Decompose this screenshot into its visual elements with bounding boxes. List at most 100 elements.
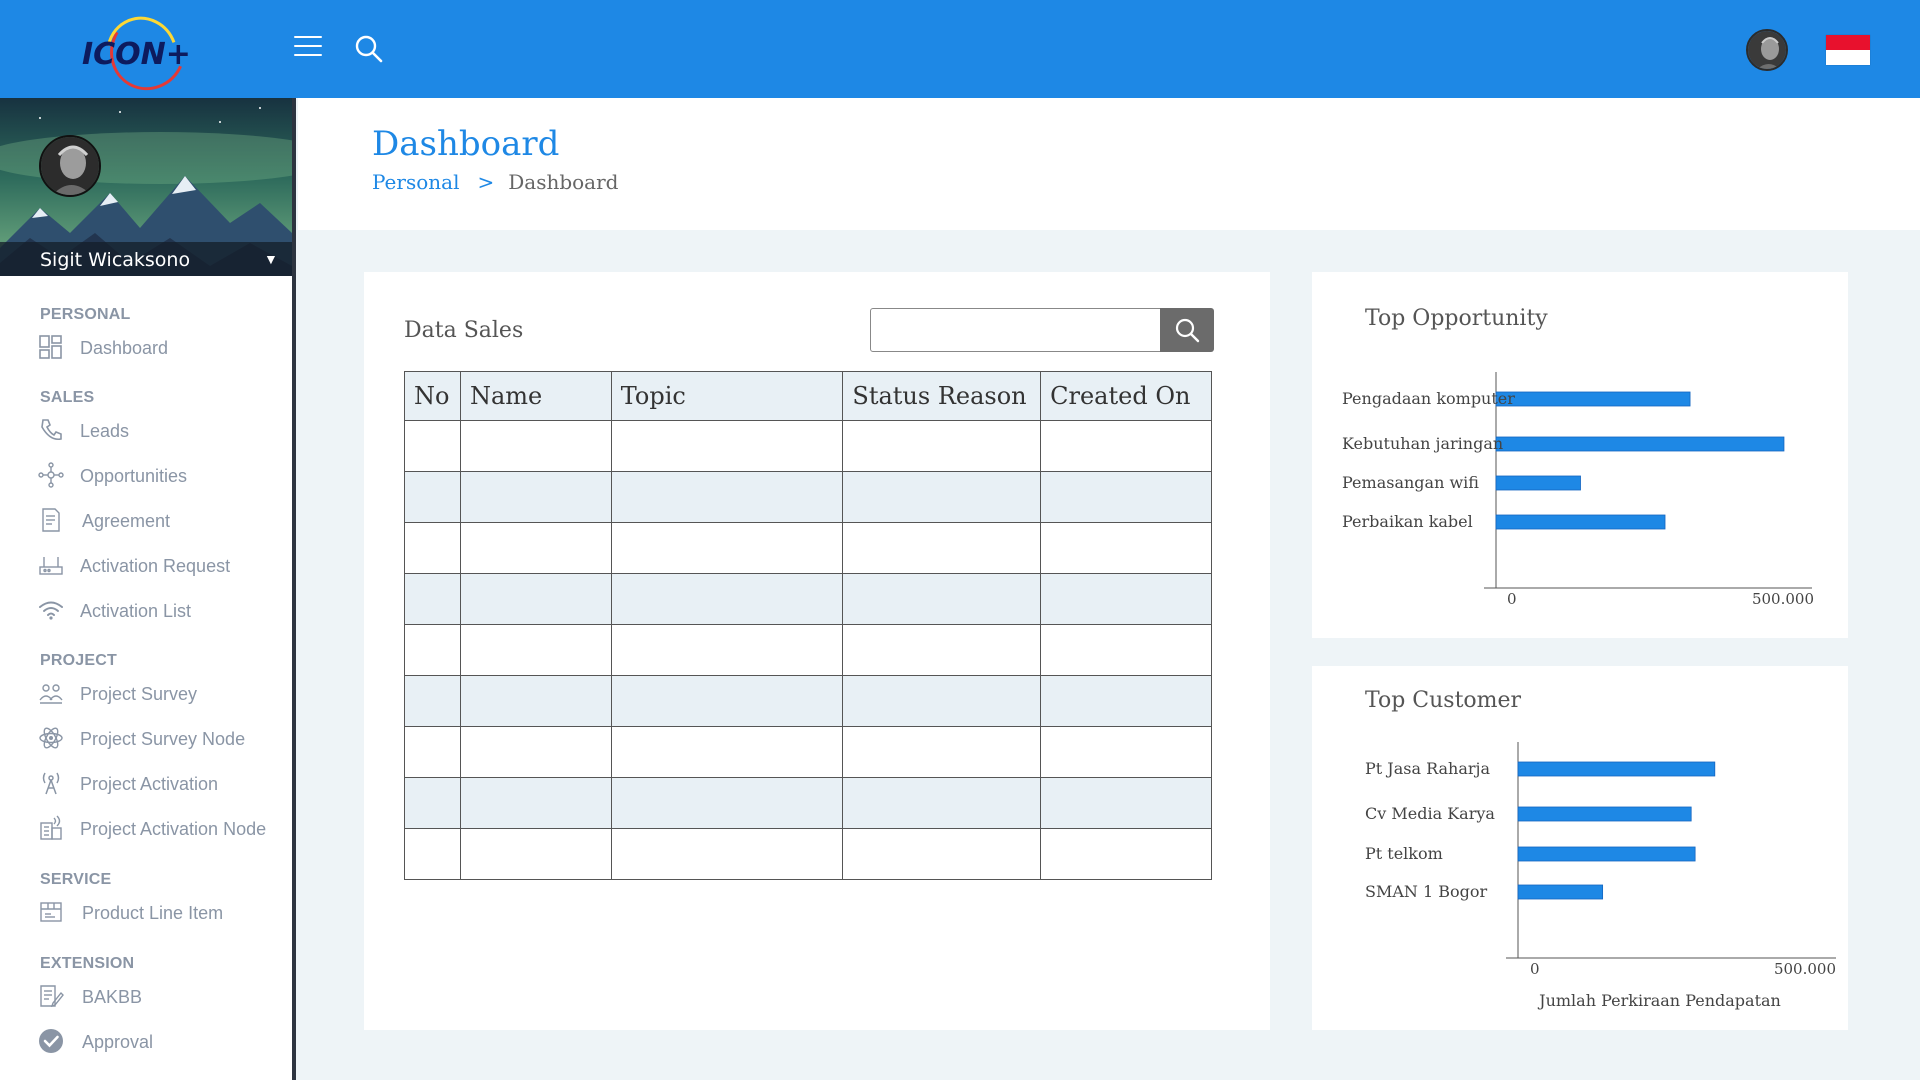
- bar-pemasangan-wifi[interactable]: [1495, 475, 1581, 491]
- sidebar-item-dashboard[interactable]: Dashboard: [38, 330, 288, 364]
- sales-search-button[interactable]: [1160, 308, 1214, 352]
- bar-perbaikan-kabel[interactable]: [1495, 514, 1666, 530]
- sidebar-item-label: Opportunities: [80, 466, 188, 486]
- sidebar-item-label: BAKBB: [82, 987, 143, 1007]
- column-header-created-on[interactable]: Created On: [1040, 371, 1212, 421]
- category-label: Cv Media Karya: [1365, 804, 1495, 823]
- hamburger-menu-icon[interactable]: [294, 36, 322, 60]
- sidebar-item-opportunities[interactable]: Opportunities: [38, 458, 288, 492]
- breadcrumb-personal-link[interactable]: Personal: [372, 170, 459, 194]
- sidebar-item-product-line-item[interactable]: Product Line Item: [38, 895, 288, 929]
- user-avatar[interactable]: [1746, 29, 1788, 71]
- table-row[interactable]: [404, 471, 1212, 523]
- table-cell: [404, 624, 461, 676]
- table-cell: [610, 675, 844, 727]
- sidebar-item-activation-list[interactable]: Activation List: [38, 593, 288, 627]
- wifi-icon: [38, 597, 64, 623]
- user-menu-toggle[interactable]: Sigit Wicaksono ▼: [0, 242, 292, 276]
- bar-pt-jasa-raharja[interactable]: [1517, 761, 1716, 777]
- bar-pt-telkom[interactable]: [1517, 846, 1696, 862]
- table-cell: [404, 573, 461, 625]
- svg-text:ICON+: ICON+: [82, 37, 191, 72]
- table-cell: [842, 675, 1042, 727]
- table-cell: [610, 573, 844, 625]
- category-label: Pt Jasa Raharja: [1365, 759, 1490, 778]
- table-cell: [459, 777, 612, 829]
- sidebar-avatar[interactable]: [39, 135, 101, 197]
- x-tick-label: 0: [1507, 590, 1517, 608]
- breadcrumb: Personal > Dashboard: [372, 170, 618, 194]
- sidebar-item-activation-request[interactable]: Activation Request: [38, 548, 288, 582]
- table-row[interactable]: [404, 777, 1212, 829]
- table-cell: [1040, 726, 1212, 778]
- x-tick-label: 0: [1530, 960, 1540, 978]
- document-icon: [38, 507, 64, 533]
- table-cell: [404, 675, 461, 727]
- table-cell: [1040, 420, 1212, 472]
- edit-document-icon: [38, 983, 64, 1009]
- category-label: Perbaikan kabel: [1342, 512, 1473, 531]
- bar-pengadaan-komputer[interactable]: [1495, 391, 1691, 407]
- sidebar-item-label: Project Activation Node: [80, 819, 267, 839]
- table-cell: [404, 420, 461, 472]
- sidebar-item-agreement[interactable]: Agreement: [38, 503, 288, 537]
- atom-icon: [38, 725, 64, 751]
- table-cell: [610, 726, 844, 778]
- language-flag-icon[interactable]: [1826, 35, 1870, 65]
- table-header-row: No Name Topic Status Reason Created On: [404, 371, 1212, 421]
- company-logo[interactable]: ICON+: [80, 6, 210, 96]
- table-cell: [404, 777, 461, 829]
- table-cell: [610, 420, 844, 472]
- search-icon[interactable]: [354, 34, 384, 64]
- table-row[interactable]: [404, 828, 1212, 880]
- table-cell: [459, 420, 612, 472]
- column-header-no[interactable]: No: [404, 371, 461, 421]
- sidebar-item-project-survey-node[interactable]: Project Survey Node: [38, 721, 288, 755]
- sidebar-item-approval[interactable]: Approval: [38, 1024, 288, 1058]
- bar-kebutuhan-jaringan[interactable]: [1495, 436, 1785, 452]
- box-icon: [38, 899, 64, 925]
- sidebar-item-project-survey[interactable]: Project Survey: [38, 676, 288, 710]
- table-row[interactable]: [404, 522, 1212, 574]
- sidebar-item-label: Project Survey Node: [80, 729, 246, 749]
- bar-cv-media-karya[interactable]: [1517, 806, 1692, 822]
- section-title-sales: SALES: [40, 389, 95, 406]
- data-sales-title: Data Sales: [404, 318, 524, 343]
- sales-table: No Name Topic Status Reason Created On: [404, 371, 1212, 880]
- column-header-topic[interactable]: Topic: [610, 371, 844, 421]
- table-row[interactable]: [404, 420, 1212, 472]
- router-icon: [38, 552, 64, 578]
- sidebar-item-label: Project Activation: [80, 774, 219, 794]
- table-cell: [404, 828, 461, 880]
- sidebar-item-project-activation-node[interactable]: Project Activation Node: [38, 811, 288, 845]
- breadcrumb-separator: >: [477, 170, 495, 194]
- table-row[interactable]: [404, 624, 1212, 676]
- sidebar-item-project-activation[interactable]: Project Activation: [38, 766, 288, 800]
- column-header-name[interactable]: Name: [459, 371, 612, 421]
- category-label: Kebutuhan jaringan: [1342, 434, 1503, 453]
- section-title-project: PROJECT: [40, 652, 117, 669]
- sidebar-item-label: Approval: [82, 1032, 154, 1052]
- page-header: Dashboard Personal > Dashboard: [298, 98, 1920, 230]
- table-cell: [1040, 522, 1212, 574]
- top-opportunity-card: Top Opportunity Pengadaan komputer Kebutu…: [1312, 272, 1848, 638]
- table-row[interactable]: [404, 675, 1212, 727]
- phone-icon: [38, 417, 64, 443]
- table-cell: [842, 471, 1042, 523]
- table-cell: [610, 777, 844, 829]
- top-navbar: ICON+: [0, 0, 1920, 98]
- top-customer-title: Top Customer: [1365, 688, 1522, 713]
- bar-sman-1-bogor[interactable]: [1517, 884, 1604, 900]
- breadcrumb-current: Dashboard: [508, 170, 619, 194]
- sidebar-item-leads[interactable]: Leads: [38, 413, 288, 447]
- table-cell: [610, 522, 844, 574]
- table-cell: [459, 573, 612, 625]
- table-cell: [610, 828, 844, 880]
- sales-search-input[interactable]: [870, 308, 1164, 352]
- table-row[interactable]: [404, 726, 1212, 778]
- user-name: Sigit Wicaksono: [40, 249, 191, 271]
- building-icon: [38, 815, 64, 841]
- column-header-status-reason[interactable]: Status Reason: [842, 371, 1042, 421]
- sidebar-item-bakbb[interactable]: BAKBB: [38, 979, 288, 1013]
- table-row[interactable]: [404, 573, 1212, 625]
